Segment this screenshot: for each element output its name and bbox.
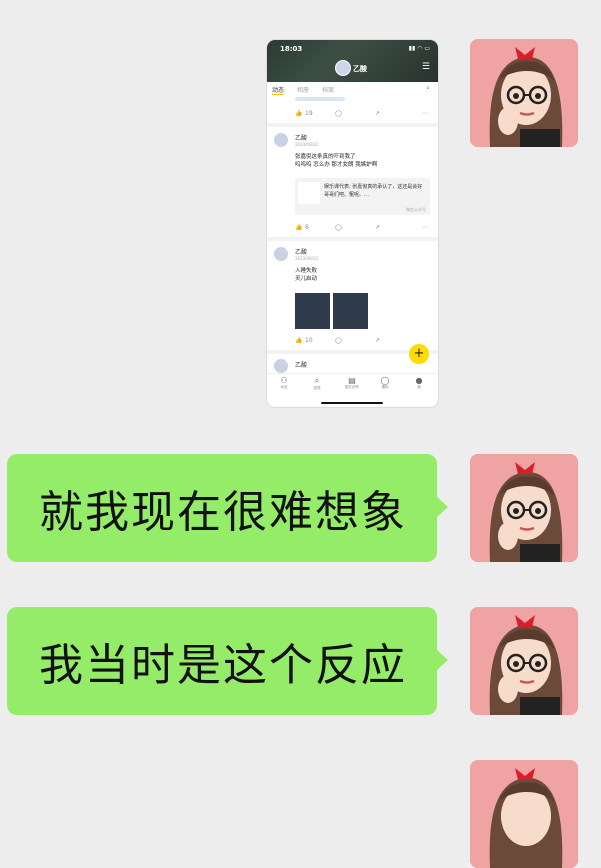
nav-item: ◯ 通知 xyxy=(375,376,395,390)
divider xyxy=(267,237,438,241)
like-icon: 👍 xyxy=(295,110,303,117)
status-time: 18:03 xyxy=(280,45,303,53)
tab-archive: 档案 xyxy=(322,87,335,94)
document-icon: ▤ xyxy=(348,376,356,385)
profile-link xyxy=(295,97,345,101)
like-count: 10 xyxy=(305,337,313,344)
post-actions: 👍 6 ◯ ↗ ⋯ xyxy=(267,224,438,234)
cartoon-avatar-icon xyxy=(470,454,578,562)
tab-dynamic: 动态 xyxy=(272,87,285,95)
nav-label: 动态 xyxy=(280,385,288,389)
like-icon: 👍 xyxy=(295,224,303,231)
nav-item: ● 我 xyxy=(409,376,429,390)
cartoon-avatar-icon xyxy=(470,39,578,147)
people-icon: ⚇ xyxy=(280,376,288,385)
more-icon: ⋯ xyxy=(422,224,428,231)
like-count: 19 xyxy=(305,110,313,117)
tab-album: 相册 xyxy=(297,87,310,94)
sender-avatar[interactable] xyxy=(470,760,578,868)
home-indicator xyxy=(321,402,383,404)
sender-avatar[interactable] xyxy=(470,39,578,147)
status-icons: ▮▮ ◠ ▭ xyxy=(408,45,430,52)
like-icon: 👍 xyxy=(295,337,303,344)
shared-article-card: 娱乐课代表: 张嘉倪真的承认了，这还是会好哥哥们吧。冤呢。… 微信公众号 xyxy=(295,178,430,215)
cartoon-avatar-icon xyxy=(470,607,578,715)
profile-icon: ● xyxy=(415,376,423,385)
message-bubble[interactable]: 就我现在很难想象 xyxy=(7,454,448,562)
post-image xyxy=(333,293,368,329)
article-source: 微信公众号 xyxy=(406,207,426,212)
message-bubble[interactable]: 我当时是这个反应 xyxy=(7,607,448,715)
chat-icon: ◯ xyxy=(380,376,390,385)
post-author: 乙酸 xyxy=(295,135,308,142)
post-text: 入睡失败 灵儿启动 xyxy=(295,267,317,283)
add-post-button: + xyxy=(409,344,429,364)
post-avatar xyxy=(274,359,288,373)
sender-avatar[interactable] xyxy=(470,454,578,562)
post-line: 入睡失败 xyxy=(295,268,318,274)
menu-icon: ☰ xyxy=(421,62,430,72)
share-icon: ↗ xyxy=(375,110,381,117)
post-author: 乙酸 xyxy=(295,249,308,256)
more-icon: ⋯ xyxy=(422,110,428,117)
nav-label: 图文创作 xyxy=(345,385,359,389)
nav-label: 发现 xyxy=(313,386,321,390)
post-date: 2023/09/22 xyxy=(295,142,319,147)
post-line: 呜呜呜 怎么办 那才女朗 我嫉妒啊 xyxy=(295,162,378,168)
post-line: 灵儿启动 xyxy=(295,276,318,282)
post-date: 2023/09/22 xyxy=(295,256,319,261)
post-avatar xyxy=(274,133,288,147)
share-icon: ↗ xyxy=(375,224,381,231)
post-actions: 👍 19 ◯ ↗ ⋯ xyxy=(267,110,438,120)
share-icon: ↗ xyxy=(375,337,381,344)
screenshot-image-message[interactable]: 18:03 ▮▮ ◠ ▭ 乙酸 ☰ 动态 相册 档案 ⌕ 👍 19 ◯ ↗ ⋯ … xyxy=(267,40,438,407)
divider xyxy=(267,123,438,127)
nav-item: ⌕ 发现 xyxy=(307,376,327,391)
nav-label: 通知 xyxy=(381,385,389,389)
sender-avatar[interactable] xyxy=(470,607,578,715)
comment-icon: ◯ xyxy=(335,110,342,117)
post-text: 张嘉倪这条真的吓到我了 呜呜呜 怎么办 那才女朗 我嫉妒啊 xyxy=(295,153,377,169)
profile-tabs: 动态 相册 档案 xyxy=(267,82,438,96)
cartoon-avatar-icon xyxy=(470,760,578,868)
bottom-nav: ⚇ 动态 ⌕ 发现 ▤ 图文创作 ◯ 通知 ● 我 xyxy=(267,373,438,402)
like-count: 6 xyxy=(305,224,309,231)
comment-icon: ◯ xyxy=(335,337,342,344)
search-icon: ⌕ xyxy=(314,376,320,385)
profile-avatar xyxy=(335,60,351,76)
post-image xyxy=(295,293,330,329)
search-icon: ⌕ xyxy=(426,84,430,92)
article-thumbnail xyxy=(298,182,320,204)
nav-item: ⚇ 动态 xyxy=(274,376,294,390)
post-line: 张嘉倪这条真的吓到我了 xyxy=(295,154,356,160)
article-title: 娱乐课代表: 张嘉倪真的承认了，这还是会好哥哥们吧。冤呢。… xyxy=(324,184,423,198)
post-avatar xyxy=(274,247,288,261)
profile-name: 乙酸 xyxy=(353,65,367,73)
nav-label: 我 xyxy=(417,385,421,389)
nav-item: ▤ 图文创作 xyxy=(342,376,362,390)
post-author: 乙酸 xyxy=(295,362,308,369)
comment-icon: ◯ xyxy=(335,224,342,231)
